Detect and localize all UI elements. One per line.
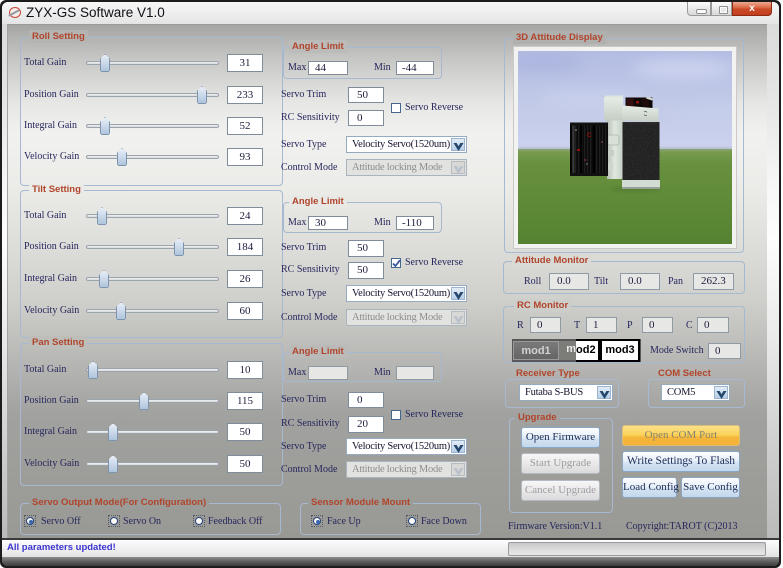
svg-text:C: C [587,132,592,139]
